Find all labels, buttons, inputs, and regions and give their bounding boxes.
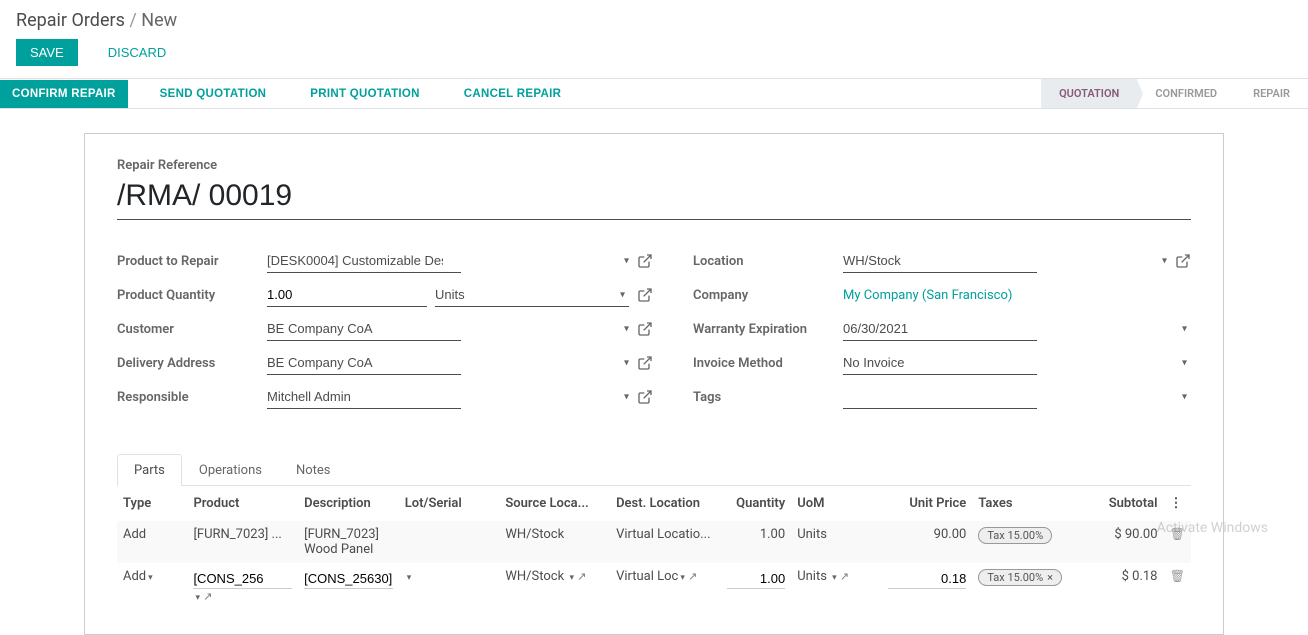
trash-icon[interactable]: 🗑: [1170, 569, 1185, 583]
tags-input[interactable]: [843, 385, 1037, 409]
cell-taxes: Tax 15.00%: [972, 521, 1073, 563]
col-description[interactable]: Description: [298, 486, 399, 521]
product-quantity-input[interactable]: [267, 283, 427, 307]
col-dest[interactable]: Dest. Location: [610, 486, 721, 521]
product-to-repair-input[interactable]: [267, 249, 461, 273]
product-uom-input[interactable]: [435, 283, 629, 307]
cell-lot: [399, 521, 500, 563]
col-options-icon[interactable]: ⋮: [1164, 486, 1192, 521]
edit-dest[interactable]: Virtual Loc: [616, 569, 678, 584]
invoice-method-input[interactable]: [843, 351, 1037, 375]
col-lot[interactable]: Lot/Serial: [399, 486, 500, 521]
form-sheet: Repair Reference Product to Repair Produ…: [84, 133, 1224, 635]
table-edit-row[interactable]: Add ↗ WH/Stock ↗ Virtual Loc ↗ Units ↗ T…: [117, 563, 1191, 610]
tax-remove-icon[interactable]: ×: [1047, 571, 1053, 584]
cell-dest: Virtual Locatio...: [610, 521, 721, 563]
discard-button[interactable]: DISCARD: [94, 39, 181, 66]
tax-badge: Tax 15.00%: [978, 527, 1052, 544]
external-link-icon[interactable]: ↗: [840, 570, 849, 583]
external-link-icon[interactable]: [637, 287, 653, 303]
tabs: Parts Operations Notes: [117, 454, 1191, 486]
tab-parts[interactable]: Parts: [117, 454, 182, 486]
cell-quantity: 1.00: [721, 521, 791, 563]
col-product[interactable]: Product: [187, 486, 298, 521]
col-type[interactable]: Type: [117, 486, 187, 521]
cell-subtotal: $ 90.00: [1073, 521, 1164, 563]
col-source[interactable]: Source Loca...: [499, 486, 610, 521]
col-uom[interactable]: UoM: [791, 486, 882, 521]
label-responsible: Responsible: [117, 390, 267, 405]
label-delivery: Delivery Address: [117, 356, 267, 371]
cancel-repair-button[interactable]: CANCEL REPAIR: [452, 80, 573, 108]
tax-badge[interactable]: Tax 15.00%×: [978, 569, 1062, 586]
cell-uom: Units: [791, 521, 882, 563]
trash-icon[interactable]: 🗑: [1170, 527, 1185, 541]
breadcrumb-current: New: [141, 10, 177, 31]
status-repair[interactable]: REPAIR: [1235, 79, 1308, 108]
repair-reference-input[interactable]: [117, 177, 1191, 220]
label-warranty: Warranty Expiration: [693, 322, 843, 337]
breadcrumb-root[interactable]: Repair Orders: [16, 10, 125, 31]
label-location: Location: [693, 254, 843, 269]
edit-subtotal: $ 0.18: [1073, 563, 1164, 610]
col-quantity[interactable]: Quantity: [721, 486, 791, 521]
edit-source[interactable]: WH/Stock: [505, 569, 564, 584]
table-row[interactable]: Add [FURN_7023] ... [FURN_7023] Wood Pan…: [117, 521, 1191, 563]
col-subtotal[interactable]: Subtotal: [1073, 486, 1164, 521]
cell-unit-price: 90.00: [882, 521, 973, 563]
external-link-icon[interactable]: ↗: [577, 570, 586, 583]
top-actions: SAVE DISCARD: [0, 31, 1308, 78]
external-link-icon[interactable]: [637, 389, 653, 405]
edit-product-input[interactable]: [193, 569, 292, 589]
status-bar: QUOTATION CONFIRMED REPAIR: [1041, 79, 1308, 108]
external-link-icon[interactable]: ↗: [688, 570, 697, 583]
company-value[interactable]: My Company (San Francisco): [843, 288, 1012, 303]
cell-description: [FURN_7023] Wood Panel: [298, 521, 399, 563]
label-qty: Product Quantity: [117, 288, 267, 303]
label-company: Company: [693, 288, 843, 303]
tab-notes[interactable]: Notes: [279, 454, 348, 486]
cell-product: [FURN_7023] ...: [187, 521, 298, 563]
customer-input[interactable]: [267, 317, 461, 341]
cell-source: WH/Stock: [499, 521, 610, 563]
edit-uom[interactable]: Units: [797, 569, 827, 584]
edit-unit-price-input[interactable]: [888, 569, 967, 589]
status-quotation[interactable]: QUOTATION: [1041, 79, 1137, 108]
col-unit-price[interactable]: Unit Price: [882, 486, 973, 521]
edit-quantity-input[interactable]: [727, 569, 785, 589]
print-quotation-button[interactable]: PRINT QUOTATION: [298, 80, 431, 108]
external-link-icon[interactable]: ↗: [203, 590, 212, 603]
tab-operations[interactable]: Operations: [182, 454, 279, 486]
label-invoice-method: Invoice Method: [693, 356, 843, 371]
external-link-icon[interactable]: [637, 253, 653, 269]
col-taxes[interactable]: Taxes: [972, 486, 1073, 521]
breadcrumb: Repair Orders / New: [0, 0, 1308, 31]
external-link-icon[interactable]: [637, 321, 653, 337]
parts-table: Type Product Description Lot/Serial Sour…: [117, 486, 1191, 610]
ref-label: Repair Reference: [117, 158, 1191, 173]
confirm-repair-button[interactable]: CONFIRM REPAIR: [0, 80, 128, 108]
label-customer: Customer: [117, 322, 267, 337]
label-tags: Tags: [693, 390, 843, 405]
breadcrumb-sep: /: [129, 10, 136, 31]
cell-type: Add: [117, 521, 187, 563]
send-quotation-button[interactable]: SEND QUOTATION: [148, 80, 279, 108]
save-button[interactable]: SAVE: [16, 39, 78, 66]
button-bar: CONFIRM REPAIR SEND QUOTATION PRINT QUOT…: [0, 78, 1308, 109]
responsible-input[interactable]: [267, 385, 461, 409]
warranty-expiration-input[interactable]: [843, 317, 1037, 341]
status-confirmed[interactable]: CONFIRMED: [1137, 79, 1235, 108]
edit-description-input[interactable]: [304, 569, 393, 589]
label-product: Product to Repair: [117, 254, 267, 269]
location-input[interactable]: [843, 249, 1037, 273]
external-link-icon[interactable]: [1175, 253, 1191, 269]
delivery-address-input[interactable]: [267, 351, 461, 375]
edit-type[interactable]: Add: [123, 569, 146, 584]
external-link-icon[interactable]: [637, 355, 653, 371]
